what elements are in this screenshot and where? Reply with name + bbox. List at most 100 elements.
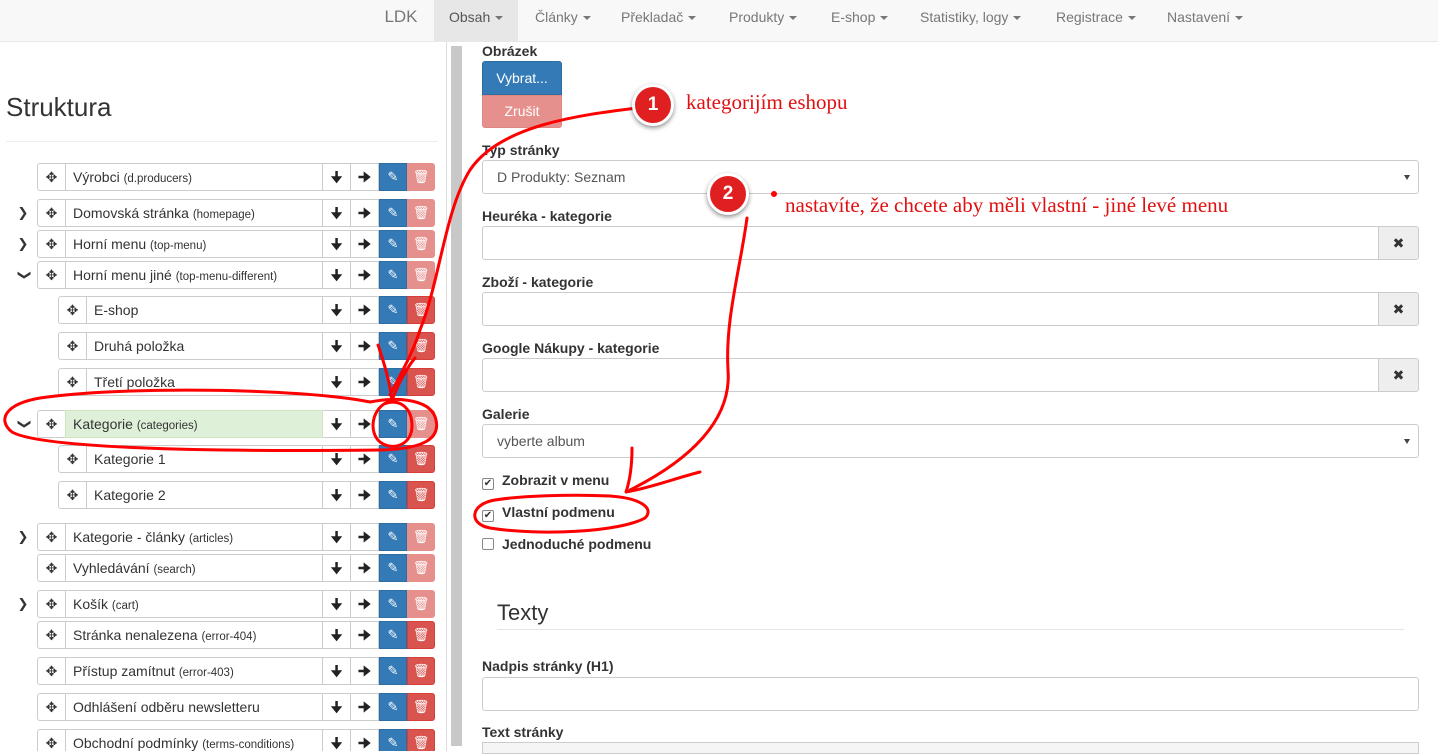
tree-row[interactable]: ❯ ✥ Košík (cart) 🠋 🠊 ✎ 🗑	[18, 590, 435, 620]
arrow-right-icon[interactable]: 🠊	[351, 410, 379, 438]
edit-icon[interactable]: ✎	[379, 590, 407, 618]
h1-input[interactable]	[482, 677, 1419, 711]
tree-row[interactable]: ❮ ✥ Horní menu jiné (top-menu-different) 🠋 🠊…	[15, 261, 435, 291]
edit-icon[interactable]: ✎	[379, 693, 407, 721]
tree-row[interactable]: ✥ Kategorie 1 🠋 🠊 ✎ 🗑	[58, 445, 435, 475]
move-icon[interactable]: ✥	[37, 590, 65, 618]
arrow-down-icon[interactable]: 🠋	[323, 296, 351, 324]
trash-icon[interactable]: 🗑	[407, 481, 435, 509]
gallery-select[interactable]: vyberte album	[482, 424, 1419, 458]
arrow-down-icon[interactable]: 🠋	[323, 481, 351, 509]
trash-icon[interactable]: 🗑	[407, 296, 435, 324]
move-icon[interactable]: ✥	[58, 445, 86, 473]
trash-icon[interactable]: 🗑	[407, 410, 435, 438]
tree-item-label[interactable]: E-shop	[86, 296, 323, 324]
arrow-down-icon[interactable]: 🠋	[323, 554, 351, 582]
arrow-right-icon[interactable]: 🠊	[351, 332, 379, 360]
edit-icon[interactable]: ✎	[379, 410, 407, 438]
trash-icon[interactable]: 🗑	[407, 590, 435, 618]
show-in-menu-checkbox[interactable]: ✔ Zobrazit v menu	[482, 471, 609, 490]
cancel-image-button[interactable]: Zrušit	[482, 95, 562, 128]
move-icon[interactable]: ✥	[58, 481, 86, 509]
arrow-down-icon[interactable]: 🠋	[323, 657, 351, 685]
trash-icon[interactable]: 🗑	[407, 199, 435, 227]
tree-row[interactable]: ✥ Stránka nenalezena (error-404) 🠋 🠊 ✎ 🗑	[37, 621, 435, 651]
heureka-clear-button[interactable]: ✖	[1379, 226, 1419, 260]
nav-prekladac[interactable]: Překladač	[606, 0, 711, 34]
tree-item-label[interactable]: Vyhledávání (search)	[65, 554, 323, 582]
nav-registrace[interactable]: Registrace	[1041, 0, 1151, 34]
nav-produkty[interactable]: Produkty	[714, 0, 812, 34]
tree-item-label[interactable]: Třetí položka	[86, 368, 323, 396]
arrow-down-icon[interactable]: 🠋	[323, 163, 351, 191]
tree-item-label[interactable]: Přístup zamítnut (error-403)	[65, 657, 323, 685]
arrow-right-icon[interactable]: 🠊	[351, 729, 379, 751]
trash-icon[interactable]: 🗑	[407, 332, 435, 360]
panel-scrollbar[interactable]	[446, 42, 466, 751]
arrow-down-icon[interactable]: 🠋	[323, 693, 351, 721]
chevron-right-icon[interactable]: ❯	[15, 199, 31, 227]
move-icon[interactable]: ✥	[37, 410, 65, 438]
move-icon[interactable]: ✥	[37, 163, 65, 191]
arrow-right-icon[interactable]: 🠊	[351, 554, 379, 582]
move-icon[interactable]: ✥	[58, 332, 86, 360]
tree-row[interactable]: ✥ Obchodní podmínky (terms-conditions) 🠋 🠊 ✎…	[37, 729, 435, 751]
arrow-right-icon[interactable]: 🠊	[351, 368, 379, 396]
trash-icon[interactable]: 🗑	[407, 554, 435, 582]
edit-icon[interactable]: ✎	[379, 445, 407, 473]
edit-icon[interactable]: ✎	[379, 230, 407, 258]
trash-icon[interactable]: 🗑	[407, 523, 435, 551]
arrow-right-icon[interactable]: 🠊	[351, 657, 379, 685]
arrow-down-icon[interactable]: 🠋	[323, 729, 351, 751]
nav-nastaveni[interactable]: Nastavení	[1152, 0, 1258, 34]
move-icon[interactable]: ✥	[37, 261, 65, 289]
tree-row[interactable]: ✥ Vyhledávání (search) 🠋 🠊 ✎ 🗑	[37, 554, 435, 584]
brand-logo[interactable]: LDK	[368, 0, 434, 42]
tree-item-label[interactable]: Kategorie 1	[86, 445, 323, 473]
tree-row[interactable]: ✥ Přístup zamítnut (error-403) 🠋 🠊 ✎ 🗑	[37, 657, 435, 687]
arrow-right-icon[interactable]: 🠊	[351, 296, 379, 324]
checkbox-unchecked-icon[interactable]	[482, 538, 494, 550]
arrow-right-icon[interactable]: 🠊	[351, 261, 379, 289]
edit-icon[interactable]: ✎	[379, 554, 407, 582]
tree-row[interactable]: ✥ Výrobci (d.producers) 🠋 🠊 ✎ 🗑	[37, 163, 435, 193]
choose-image-button[interactable]: Vybrat...	[482, 61, 562, 95]
checkbox-checked-icon[interactable]: ✔	[482, 478, 494, 490]
arrow-down-icon[interactable]: 🠋	[323, 199, 351, 227]
custom-submenu-checkbox[interactable]: ✔ Vlastní podmenu	[482, 503, 615, 522]
edit-icon[interactable]: ✎	[379, 261, 407, 289]
arrow-down-icon[interactable]: 🠋	[323, 590, 351, 618]
tree-item-label[interactable]: Horní menu (top-menu)	[65, 230, 323, 258]
tree-row[interactable]: ❯ ✥ Horní menu (top-menu) 🠋 🠊 ✎ 🗑	[18, 230, 435, 260]
tree-item-label[interactable]: Košík (cart)	[65, 590, 323, 618]
chevron-right-icon[interactable]: ❯	[15, 230, 31, 258]
arrow-right-icon[interactable]: 🠊	[351, 590, 379, 618]
arrow-right-icon[interactable]: 🠊	[351, 523, 379, 551]
google-input[interactable]	[482, 358, 1379, 392]
arrow-right-icon[interactable]: 🠊	[351, 481, 379, 509]
move-icon[interactable]: ✥	[37, 199, 65, 227]
nav-obsah[interactable]: Obsah	[434, 0, 519, 42]
chevron-right-icon[interactable]: ❯	[15, 523, 31, 551]
arrow-down-icon[interactable]: 🠋	[323, 445, 351, 473]
tree-row[interactable]: ✥ E-shop 🠋 🠊 ✎ 🗑	[58, 296, 435, 326]
move-icon[interactable]: ✥	[37, 693, 65, 721]
text-editor-toolbar[interactable]	[482, 742, 1419, 754]
move-icon[interactable]: ✥	[37, 729, 65, 751]
edit-icon[interactable]: ✎	[379, 657, 407, 685]
edit-icon[interactable]: ✎	[379, 296, 407, 324]
move-icon[interactable]: ✥	[37, 230, 65, 258]
chevron-right-icon[interactable]: ❯	[15, 590, 31, 618]
edit-icon[interactable]: ✎	[379, 199, 407, 227]
trash-icon[interactable]: 🗑	[407, 729, 435, 751]
tree-item-label[interactable]: Horní menu jiné (top-menu-different)	[65, 261, 323, 289]
google-clear-button[interactable]: ✖	[1379, 358, 1419, 392]
arrow-right-icon[interactable]: 🠊	[351, 621, 379, 649]
tree-row[interactable]: ✥ Odhlášení odběru newsletteru 🠋 🠊 ✎ 🗑	[37, 693, 435, 723]
trash-icon[interactable]: 🗑	[407, 261, 435, 289]
zbozi-clear-button[interactable]: ✖	[1379, 292, 1419, 326]
tree-row[interactable]: ❯ ✥ Kategorie - články (articles) 🠋 🠊 ✎ 🗑	[18, 523, 435, 553]
chevron-down-icon[interactable]: ❮	[15, 410, 31, 438]
tree-row[interactable]: ✥ Kategorie 2 🠋 🠊 ✎ 🗑	[58, 481, 435, 511]
arrow-down-icon[interactable]: 🠋	[323, 523, 351, 551]
